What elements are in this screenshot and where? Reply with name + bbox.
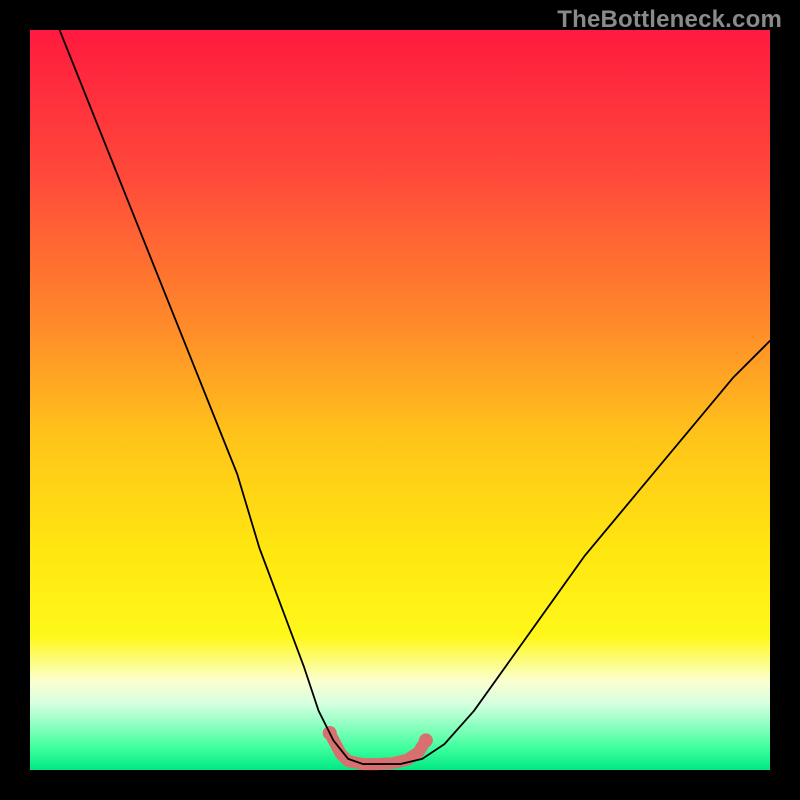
gradient-background [30,30,770,770]
watermark-text: TheBottleneck.com [557,6,782,34]
bottleneck-chart [0,0,800,800]
chart-frame: TheBottleneck.com [0,0,800,800]
